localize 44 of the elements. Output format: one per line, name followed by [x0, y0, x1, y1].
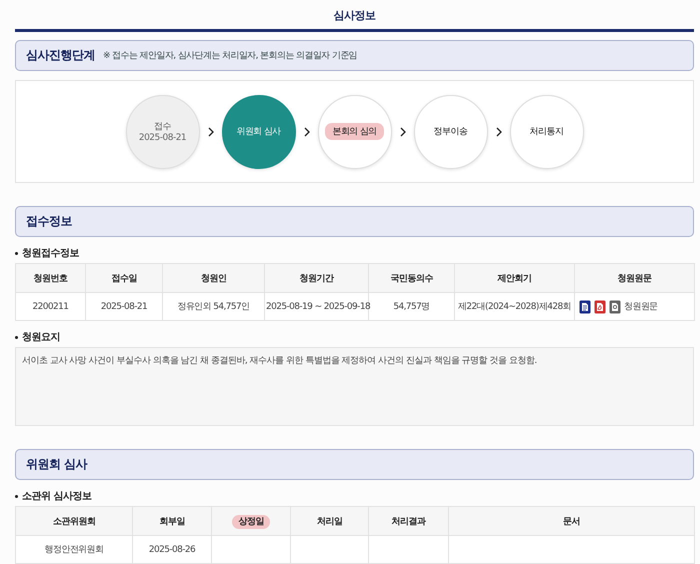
column-header: 제안회기 [454, 264, 574, 292]
chevron-icon [494, 126, 504, 136]
column-header: 문서 [448, 506, 694, 536]
step-label: 위원회 심사 [236, 126, 281, 138]
column-header: 상정일 [212, 506, 290, 536]
column-header: 처리일 [290, 506, 368, 536]
column-header: 청원번호 [16, 264, 86, 292]
step-label: 본회의 심의 [325, 123, 384, 140]
column-header: 청원인 [162, 264, 264, 292]
chevron-icon [398, 126, 408, 136]
column-header: 처리결과 [368, 506, 448, 536]
table-cell: 제22대(2024~2028)제428회 [454, 292, 574, 320]
page-title: 심사정보 [332, 8, 376, 24]
step-label: 처리통지 [530, 126, 564, 138]
section-title: 접수정보 [26, 213, 72, 230]
document-icon[interactable] [579, 300, 591, 314]
table-cell: 54,757명 [368, 292, 454, 320]
subsection-title: 청원접수정보 [22, 247, 79, 260]
section-title: 심사진행단계 [26, 47, 95, 64]
pdf-icon[interactable] [594, 300, 606, 314]
column-header: 접수일 [86, 264, 162, 292]
chevron-icon [206, 126, 216, 136]
table-cell: 정유인외 54,757인 [162, 292, 264, 320]
chevron-icon [302, 126, 312, 136]
column-header: 소관위원회 [16, 506, 132, 536]
step-label: 접수 [154, 121, 171, 133]
table-cell: 2025-08-21 [86, 292, 162, 320]
note-text: ※ 접수는 제안일자, 심사단계는 처리일자, 본회의는 의결일자 기준임 [103, 50, 358, 62]
table-cell: 2025-08-19 ~ 2025-09-18 [264, 292, 368, 320]
column-header: 회부일 [132, 506, 212, 536]
summary-text: 서이초 교사 사망 사건이 부실수사 의혹을 남긴 채 종결된바, 재수사를 위한 특별법을 제정하여 사건의 진실과 책임을 규명할 것을 요청함. [15, 347, 694, 426]
table-cell: 2025-08-26 [132, 536, 212, 564]
step-date: 2025-08-21 [138, 133, 186, 143]
table-cell: 2200211 [16, 292, 86, 320]
document-link[interactable]: 청원원문 [624, 300, 658, 313]
table-cell: 행정안전위원회 [16, 536, 132, 564]
column-header: 국민동의수 [368, 264, 454, 292]
subsection-title: 소관위 심사정보 [22, 490, 92, 503]
subsection-title: 청원요지 [22, 331, 60, 344]
preview-icon[interactable] [609, 300, 621, 314]
step-label: 정부이송 [434, 126, 468, 138]
section-title: 위원회 심사 [26, 456, 88, 473]
column-header: 청원원문 [574, 264, 694, 292]
column-header: 청원기간 [264, 264, 368, 292]
